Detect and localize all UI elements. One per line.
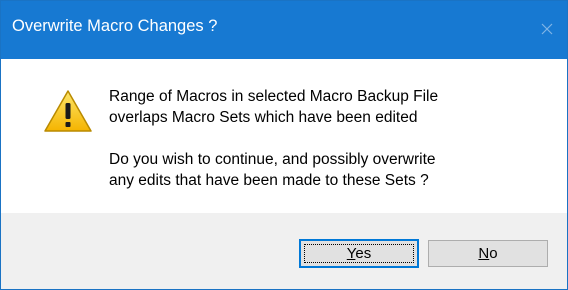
no-button-label: No: [478, 245, 497, 262]
yes-button-label: Yes: [347, 245, 371, 262]
yes-rest: es: [355, 245, 372, 262]
yes-button[interactable]: Yes: [299, 239, 419, 268]
message-line: any edits that have been made to these S…: [109, 172, 429, 189]
dialog-content: Range of Macros in selected Macro Backup…: [1, 59, 567, 213]
no-rest: o: [489, 245, 498, 262]
message-line: overlaps Macro Sets which have been edit…: [109, 109, 418, 126]
message-line: Do you wish to continue, and possibly ov…: [109, 151, 436, 168]
warning-icon: [44, 90, 92, 132]
window-title: Overwrite Macro Changes ?: [12, 17, 218, 35]
message-line: Range of Macros in selected Macro Backup…: [109, 88, 439, 105]
no-mnemonic: N: [478, 245, 490, 262]
overwrite-macro-dialog: Overwrite Macro Changes ? Range of Macro…: [0, 0, 568, 290]
dialog-message: Range of Macros in selected Macro Backup…: [109, 86, 438, 191]
button-bar: Yes No: [1, 213, 567, 289]
close-icon[interactable]: [537, 19, 557, 39]
title-bar[interactable]: Overwrite Macro Changes ?: [1, 1, 567, 59]
no-button[interactable]: No: [428, 240, 548, 267]
